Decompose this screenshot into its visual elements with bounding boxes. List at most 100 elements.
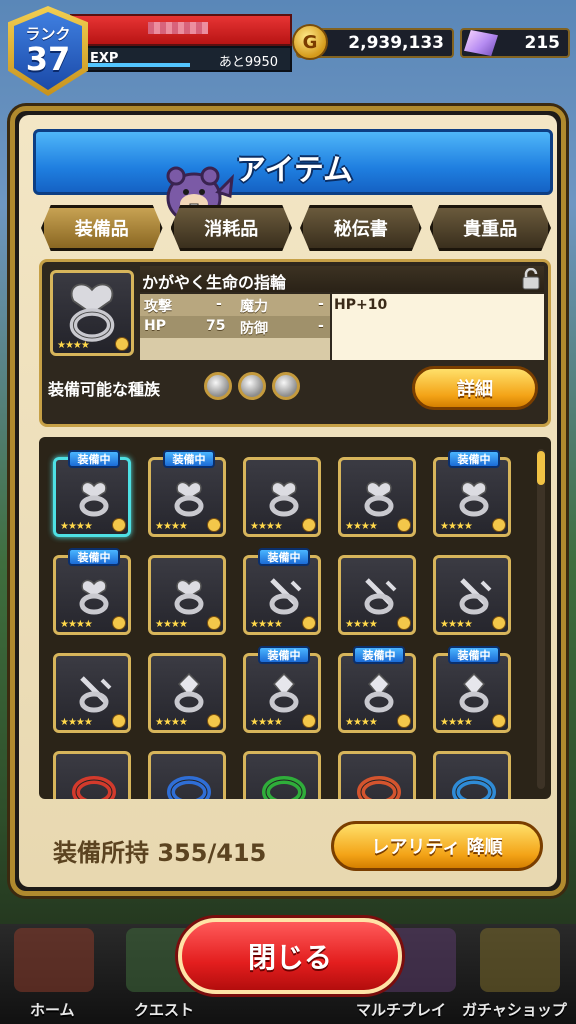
player-name-redacted [148,22,208,34]
race-icon-1[interactable] [204,372,232,400]
band-ring-icon [167,776,211,799]
exp-progress-fill [88,63,190,67]
item-cell[interactable]: ★★★★ [338,457,416,537]
band-ring-icon [72,776,116,799]
top-hud: EXP あと9950 ランク 37 G 2,939,133 215 [0,0,576,96]
item-cell[interactable]: ★★★★ [433,555,511,635]
item-cell[interactable]: ★★★★ [53,653,131,733]
stat-hp-label: HP [144,318,166,334]
item-panel: アイテム 装備品 消耗品 秘伝書 貴重品 ★★★★ かがやく生命の指輪 攻撃 -… [10,106,566,896]
item-cell[interactable]: ★★★★ [148,555,226,635]
item-cell[interactable]: 装備中 ★★★★ [148,450,226,537]
nav-home[interactable]: ホーム [30,999,75,1020]
item-cell[interactable]: ★★★★ [243,457,321,537]
rank-value: 37 [25,39,71,78]
band-ring-icon [262,776,306,799]
item-cell[interactable] [243,751,321,799]
gem-ring-icon [364,672,394,713]
item-cell[interactable]: 装備中 ★★★★ [243,548,321,635]
star-rating: ★★★★ [60,619,93,630]
equipped-badge: 装備中 [258,646,310,664]
sword-ring-icon [364,578,397,615]
races-label: 装備可能な種族 [48,380,161,399]
gold-bag-icon: G [292,24,328,60]
item-cell[interactable]: ★★★★ [148,653,226,733]
equipped-badge: 装備中 [448,450,500,468]
nav-multiplay[interactable]: マルチプレイ [356,999,446,1020]
stat-defense-value: - [318,318,324,334]
lock-mini-icon [492,616,506,630]
sword-ring-icon [269,578,302,615]
item-cell[interactable] [53,751,131,799]
tab-valuables[interactable]: 貴重品 [429,205,551,251]
star-rating: ★★★★ [250,521,283,532]
sort-rarity-button[interactable]: レアリティ 降順 [331,821,543,871]
item-cell[interactable] [148,751,226,799]
lock-mini-icon [397,616,411,630]
gem-ring-icon [174,672,204,713]
star-rating: ★★★★ [440,717,473,728]
gold-counter: G 2,939,133 [292,24,454,60]
nav-gacha-shop[interactable]: ガチャショップ [462,999,567,1020]
heart-ring-icon [79,481,109,517]
scrollbar-thumb[interactable] [537,451,545,485]
rank-badge: ランク 37 [8,6,88,96]
tab-consumables[interactable]: 消耗品 [170,205,292,251]
item-detail-card: ★★★★ かがやく生命の指輪 攻撃 - 魔力 - HP 75 防御 - HP+1… [39,259,551,427]
item-grid-area: 装備中 ★★★★ 装備中 ★★★★ ★★★★ ★★★★ 装備中 ★★★★ 装備中 ★★★… [39,437,551,799]
item-cell[interactable] [433,751,511,799]
gem-icon [464,30,498,56]
lock-mini-icon [207,616,221,630]
race-icon-2[interactable] [238,372,266,400]
close-button[interactable]: 閉じる [178,918,402,994]
panel-background: アイテム 装備品 消耗品 秘伝書 貴重品 ★★★★ かがやく生命の指輪 攻撃 -… [19,115,557,887]
category-tabs: 装備品 消耗品 秘伝書 貴重品 [41,205,551,251]
gold-value: 2,939,133 [348,33,444,53]
item-cell[interactable]: 装備中 ★★★★ [53,548,131,635]
item-cell[interactable]: ★★★★ [338,555,416,635]
item-name-bar: かがやく生命の指輪 [140,266,544,292]
equipped-badge: 装備中 [68,450,120,468]
tab-equipment[interactable]: 装備品 [41,205,163,251]
equipped-badge: 装備中 [448,646,500,664]
stat-magic-label: 魔力 [240,299,268,315]
lock-icon[interactable] [520,268,542,290]
sword-ring-icon [79,676,112,713]
lock-mini-icon [112,518,126,532]
scrollbar[interactable] [537,449,545,789]
selected-item-icon: ★★★★ [50,270,134,356]
star-rating: ★★★★ [60,521,93,532]
detail-button[interactable]: 詳細 [412,366,538,410]
gem-value: 215 [524,33,561,53]
stat-attack-value: - [216,296,222,312]
item-name: かがやく生命の指輪 [142,273,287,292]
star-rating: ★★★★ [155,717,188,728]
heart-ring-icon [174,579,204,615]
equipped-badge: 装備中 [258,548,310,566]
gem-counter[interactable]: 215 [460,28,570,58]
nav-quest[interactable]: クエスト [134,999,194,1020]
tab-secret-books[interactable]: 秘伝書 [300,205,422,251]
lock-mini-icon [115,337,129,351]
equipped-badge: 装備中 [163,450,215,468]
heart-ring-icon [79,579,109,615]
exp-remaining: あと9950 [218,55,278,70]
item-cell[interactable]: 装備中 ★★★★ [433,646,511,733]
item-cell[interactable]: 装備中 ★★★★ [338,646,416,733]
equipment-count: 装備所持 355/415 [53,839,267,867]
lock-mini-icon [207,714,221,728]
item-cell[interactable]: 装備中 ★★★★ [433,450,511,537]
item-cell[interactable]: 装備中 ★★★★ [243,646,321,733]
exp-bar: EXP あと9950 [70,46,292,72]
star-rating: ★★★★ [250,619,283,630]
item-cell[interactable] [338,751,416,799]
equipped-badge: 装備中 [68,548,120,566]
heart-ring-icon [364,481,394,517]
stat-row-empty [140,338,330,360]
item-cell[interactable]: 装備中 ★★★★ [53,450,131,537]
heart-ring-icon [174,481,204,517]
race-icon-3[interactable] [272,372,300,400]
star-rating: ★★★★ [250,717,283,728]
star-rating: ★★★★ [60,717,93,728]
lock-mini-icon [397,518,411,532]
